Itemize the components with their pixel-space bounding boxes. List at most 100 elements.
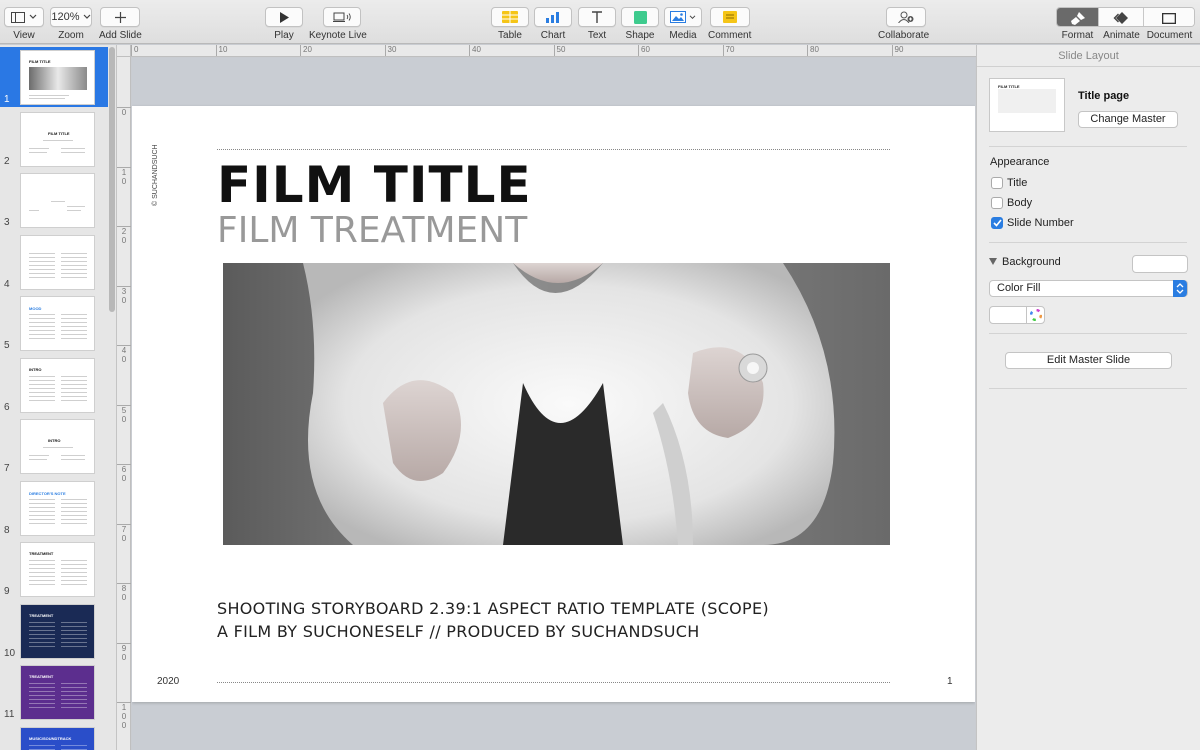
slide-thumbnail-row[interactable]: 4 [0, 232, 108, 292]
slide-thumbnail[interactable]: FILM TITLE [20, 50, 95, 105]
add-slide-button[interactable] [100, 7, 141, 27]
checkbox[interactable] [991, 217, 1003, 229]
ruler-tick: 1 0 [117, 166, 131, 186]
view-control[interactable]: View [4, 7, 44, 41]
credits-line[interactable]: A FILM BY SUCHONESELF // PRODUCED BY SUC… [217, 622, 700, 641]
slide-thumbnail-row[interactable]: 6 INTRO [0, 355, 108, 415]
slide-thumbnail[interactable]: TREATMENT [20, 665, 95, 720]
edit-master-slide-button[interactable]: Edit Master Slide [1005, 352, 1172, 369]
checkbox[interactable] [991, 177, 1003, 189]
credit-text[interactable]: © SUCHANDSUCH [152, 144, 159, 206]
keynote-live-icon [332, 12, 351, 22]
color-picker-button[interactable] [1026, 307, 1044, 323]
appearance-option[interactable]: Slide Number [991, 217, 1074, 229]
slide-subtitle[interactable]: FILM TREATMENT [217, 210, 527, 251]
slide-thumbnail[interactable]: MUSIC/SOUNDTRACK [20, 726, 95, 750]
keynote-live-control[interactable]: Keynote Live [309, 7, 367, 41]
slide-thumbnail[interactable]: MOOD [20, 296, 95, 351]
slide-thumbnail[interactable] [20, 173, 95, 228]
shape-control[interactable]: Shape [621, 7, 659, 41]
table-control[interactable]: Table [491, 7, 529, 41]
slide-thumbnail-row[interactable]: 3 [0, 170, 108, 230]
slide-thumbnail-text-line [61, 641, 87, 643]
view-button[interactable] [4, 7, 44, 27]
comment-control[interactable]: Comment [708, 7, 751, 41]
slide-thumbnail-row[interactable]: 10 TREATMENT [0, 601, 108, 661]
slide-thumbnail-text-line [61, 326, 87, 327]
keynote-live-button[interactable] [322, 7, 361, 27]
slide-thumbnail-text-line [29, 518, 55, 520]
slide-thumbnail-row[interactable]: 8 DIRECTOR'S NOTE [0, 478, 108, 538]
slide-thumbnail-row[interactable]: 5 MOOD [0, 293, 108, 353]
slide-thumbnail[interactable]: TREATMENT [20, 603, 95, 659]
zoom-select[interactable]: 120% [50, 7, 92, 27]
slide-thumbnail-row[interactable]: 9 TREATMENT [0, 539, 108, 599]
disclosure-triangle-icon[interactable] [989, 258, 997, 265]
text-control[interactable]: Text [578, 7, 616, 41]
slide-title[interactable]: FILM TITLE [217, 156, 532, 214]
appearance-option[interactable]: Body [991, 197, 1032, 209]
text-button[interactable] [578, 7, 616, 27]
slide-photo[interactable] [223, 263, 890, 545]
slide-thumbnail[interactable] [20, 234, 95, 290]
slide-thumbnail-text-line [61, 703, 87, 704]
storyboard-line[interactable]: SHOOTING STORYBOARD 2.39:1 ASPECT RATIO … [217, 599, 769, 618]
navigator-scrollbar[interactable] [109, 47, 115, 312]
slide-thumbnail-text-line [61, 699, 87, 700]
appearance-option[interactable]: Title [991, 177, 1027, 189]
collaborate-control[interactable]: Collaborate [878, 7, 929, 41]
ruler-tick: 0 [117, 107, 131, 117]
slide-thumbnail-row[interactable]: 2 FILM TITLE [0, 109, 108, 169]
play-button[interactable] [265, 7, 303, 27]
slide-thumbnail-text-line [29, 510, 55, 512]
slide-navigator[interactable]: 1 FILM TITLE 2 FILM TITLE 3 4 5 MOOD 6 INTRO 7 INTR… [0, 45, 117, 750]
media-button[interactable] [664, 7, 702, 27]
media-control[interactable]: Media [664, 7, 702, 41]
comment-icon [722, 11, 737, 23]
slide-thumbnail-row[interactable]: 1 FILM TITLE [0, 47, 108, 107]
ruler-tick: 30 [384, 45, 396, 56]
chart-control[interactable]: Chart [534, 7, 572, 41]
slide[interactable]: FILM TITLE FILM TREATMENT © SUCHANDSUCH [132, 106, 975, 702]
shape-label: Shape [625, 30, 655, 41]
add-slide-control[interactable]: Add Slide [99, 7, 142, 41]
fill-type-value: Color Fill [997, 282, 1041, 294]
master-thumbnail[interactable]: FILM TITLE [989, 78, 1065, 132]
zoom-control[interactable]: 120% Zoom [50, 7, 92, 41]
slide-thumbnail-row[interactable]: 7 INTRO [0, 416, 108, 476]
fill-type-select[interactable]: Color Fill [989, 280, 1188, 297]
slide-thumbnail[interactable]: DIRECTOR'S NOTE [20, 480, 95, 536]
document-label: Document [1146, 30, 1193, 41]
table-button[interactable] [491, 7, 529, 27]
change-master-button[interactable]: Change Master [1078, 111, 1178, 128]
slide-thumbnail[interactable]: TREATMENT [20, 542, 95, 597]
tab-format[interactable] [1057, 8, 1100, 26]
slide-thumbnail-text-line [61, 564, 87, 565]
comment-button[interactable] [709, 7, 750, 27]
add-slide-label: Add Slide [99, 30, 142, 41]
chart-button[interactable] [534, 7, 572, 27]
slide-thumbnail-row[interactable]: MUSIC/SOUNDTRACK [0, 724, 108, 750]
checkbox[interactable] [991, 197, 1003, 209]
slide-thumbnail-text-line [29, 268, 55, 270]
slide-thumbnail[interactable]: FILM TITLE [20, 111, 95, 167]
tab-animate[interactable] [1099, 8, 1144, 26]
shape-button[interactable] [621, 7, 659, 27]
background-color-well[interactable] [1132, 255, 1188, 273]
slide-thumbnail-row[interactable]: 11 TREATMENT [0, 662, 108, 722]
slide-thumbnail[interactable]: INTRO [20, 419, 95, 474]
slide-thumbnail-text-line [61, 322, 87, 323]
color-fill-well[interactable] [989, 306, 1045, 324]
slide-thumbnail-text-line [29, 748, 55, 750]
slide-thumbnail[interactable]: INTRO [20, 357, 95, 413]
slide-thumbnail-text-line [61, 379, 87, 381]
slide-thumbnail-number: 3 [4, 217, 10, 228]
slide-thumbnail-text-line [61, 264, 87, 266]
slide-number[interactable]: 1 [947, 676, 953, 687]
slide-thumbnail-text-line [29, 498, 55, 500]
tab-document[interactable] [1143, 8, 1194, 26]
play-control[interactable]: Play [265, 7, 303, 41]
slide-year[interactable]: 2020 [157, 676, 179, 687]
separator [989, 388, 1187, 389]
collaborate-button[interactable] [886, 7, 927, 27]
